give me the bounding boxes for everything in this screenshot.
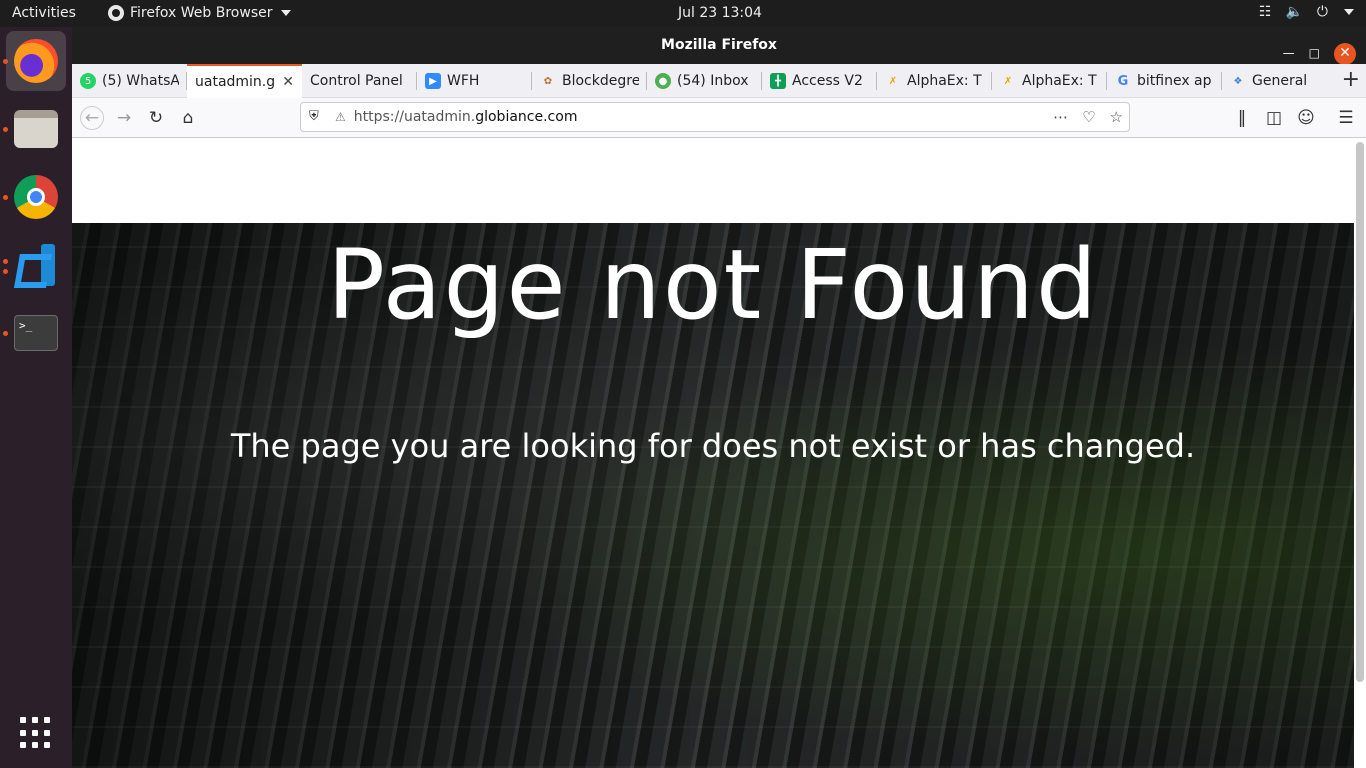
app-menu-label: Firefox Web Browser — [130, 5, 273, 21]
url-text: https://uatadmin.globiance.com — [353, 109, 578, 125]
running-indicator — [3, 269, 8, 274]
page-header-area — [72, 138, 1366, 223]
google-icon: G — [1117, 73, 1129, 89]
tab-label: Access V2 — [792, 73, 863, 89]
tab-blockdegree[interactable]: ✿ Blockdegre — [532, 64, 647, 98]
sidebar-icon[interactable]: ◫ — [1262, 106, 1286, 130]
running-indicator — [3, 127, 8, 132]
dock-vscode[interactable] — [6, 235, 66, 295]
power-icon: ⏻ — [1316, 4, 1328, 20]
zoom-icon: ▶ — [425, 73, 441, 89]
running-indicator — [3, 331, 8, 336]
firefox-window: Mozilla Firefox — □ ✕ 5 (5) WhatsA uatad… — [72, 27, 1366, 768]
chevron-down-icon — [1344, 9, 1354, 15]
dock-firefox[interactable] — [6, 31, 66, 91]
system-top-bar: Activities Firefox Web Browser Jul 23 13… — [0, 0, 1366, 27]
firefox-icon — [108, 5, 124, 21]
close-tab-icon[interactable]: ✕ — [282, 74, 294, 90]
tab-label: AlphaEx: T — [907, 73, 982, 89]
network-icon: ☷ — [1258, 4, 1272, 20]
forward-icon[interactable]: → — [112, 106, 136, 130]
tab-inbox[interactable]: ● (54) Inbox — [647, 64, 762, 98]
tab-label: bitfinex ap — [1137, 73, 1212, 89]
running-indicator — [3, 195, 8, 200]
vertical-scrollbar[interactable] — [1356, 142, 1364, 682]
running-indicator — [3, 59, 8, 64]
error-hero: Page not Found The page you are looking … — [72, 223, 1354, 768]
back-icon[interactable]: ← — [80, 106, 104, 130]
tab-control-panel[interactable]: Control Panel — [302, 64, 417, 98]
dock: >_ — [0, 27, 72, 768]
pocket-icon[interactable]: ♡ — [1082, 108, 1095, 126]
home-icon[interactable]: ⌂ — [176, 106, 200, 130]
tab-whatsapp[interactable]: 5 (5) WhatsA — [72, 64, 187, 98]
insecure-lock-icon[interactable]: ⚠ — [335, 110, 346, 124]
volume-icon: 🔈 — [1285, 4, 1303, 20]
firefox-icon — [14, 39, 58, 83]
alphaex-icon: ✗ — [888, 75, 898, 87]
tab-label: Control Panel — [310, 73, 403, 89]
files-icon — [14, 110, 58, 148]
tab-general[interactable]: ❖ General — [1222, 64, 1337, 98]
navigation-toolbar: ← → ↻ ⌂ ⛨ ⚠ https://uatadmin.globiance.c… — [72, 98, 1366, 138]
tab-label: General — [1252, 73, 1308, 89]
leaf-icon: ❖ — [1233, 75, 1243, 87]
tab-alphaex-2[interactable]: ✗ AlphaEx: T — [992, 64, 1107, 98]
tab-access-v2[interactable]: ╋ Access V2 — [762, 64, 877, 98]
terminal-icon: >_ — [14, 315, 58, 351]
tab-label: (54) Inbox — [677, 73, 749, 89]
tracking-shield-icon[interactable]: ⛨ — [309, 109, 323, 125]
vscode-icon — [15, 244, 57, 286]
page-title: Page not Found — [327, 229, 1099, 341]
tab-alphaex-1[interactable]: ✗ AlphaEx: T — [877, 64, 992, 98]
tab-uatadmin[interactable]: uatadmin.g ✕ — [187, 64, 302, 98]
tab-strip: 5 (5) WhatsA uatadmin.g ✕ Control Panel … — [72, 64, 1366, 98]
show-applications-icon[interactable] — [20, 717, 52, 749]
alphaex-icon: ✗ — [1003, 75, 1013, 87]
whatsapp-icon: 5 — [80, 73, 96, 89]
window-title: Mozilla Firefox — [661, 37, 777, 53]
account-icon[interactable]: ☺ — [1294, 106, 1318, 130]
url-bar[interactable]: ⛨ ⚠ https://uatadmin.globiance.com ⋯ ♡ ☆ — [300, 102, 1130, 132]
tab-label: WFH — [447, 73, 480, 89]
page-actions-icon[interactable]: ⋯ — [1053, 108, 1068, 126]
new-tab-icon[interactable]: + — [1342, 67, 1360, 92]
page-content: Page not Found The page you are looking … — [72, 138, 1366, 768]
tab-wfh[interactable]: ▶ WFH — [417, 64, 532, 98]
bookmark-star-icon[interactable]: ☆ — [1110, 108, 1123, 126]
app-menu[interactable]: Firefox Web Browser — [108, 5, 291, 21]
tab-bitfinex[interactable]: G bitfinex ap — [1107, 64, 1222, 98]
dock-terminal[interactable]: >_ — [6, 303, 66, 363]
library-icon[interactable]: ‖ — [1230, 106, 1254, 130]
menu-icon[interactable]: ☰ — [1334, 106, 1358, 130]
inbox-icon: ● — [655, 73, 671, 89]
error-message: The page you are looking for does not ex… — [230, 427, 1196, 465]
chevron-down-icon — [280, 10, 291, 16]
blockdegree-icon: ✿ — [543, 75, 553, 87]
running-indicator — [3, 259, 8, 264]
dock-chrome[interactable] — [6, 167, 66, 227]
tab-label: (5) WhatsA — [102, 73, 179, 89]
tab-label: AlphaEx: T — [1022, 73, 1097, 89]
clock[interactable]: Jul 23 13:04 — [678, 5, 762, 21]
sheets-icon: ╋ — [770, 73, 786, 89]
window-titlebar[interactable]: Mozilla Firefox — □ ✕ — [72, 27, 1366, 65]
chrome-icon — [14, 175, 58, 219]
tab-label: Blockdegre — [562, 73, 639, 89]
tab-label: uatadmin.g — [195, 74, 276, 90]
activities-button[interactable]: Activities — [12, 5, 76, 21]
dock-files[interactable] — [6, 99, 66, 159]
reload-icon[interactable]: ↻ — [144, 106, 168, 130]
close-window-icon[interactable]: ✕ — [1334, 42, 1356, 65]
system-status-area[interactable]: ☷ 🔈 ⏻ — [1259, 4, 1354, 20]
